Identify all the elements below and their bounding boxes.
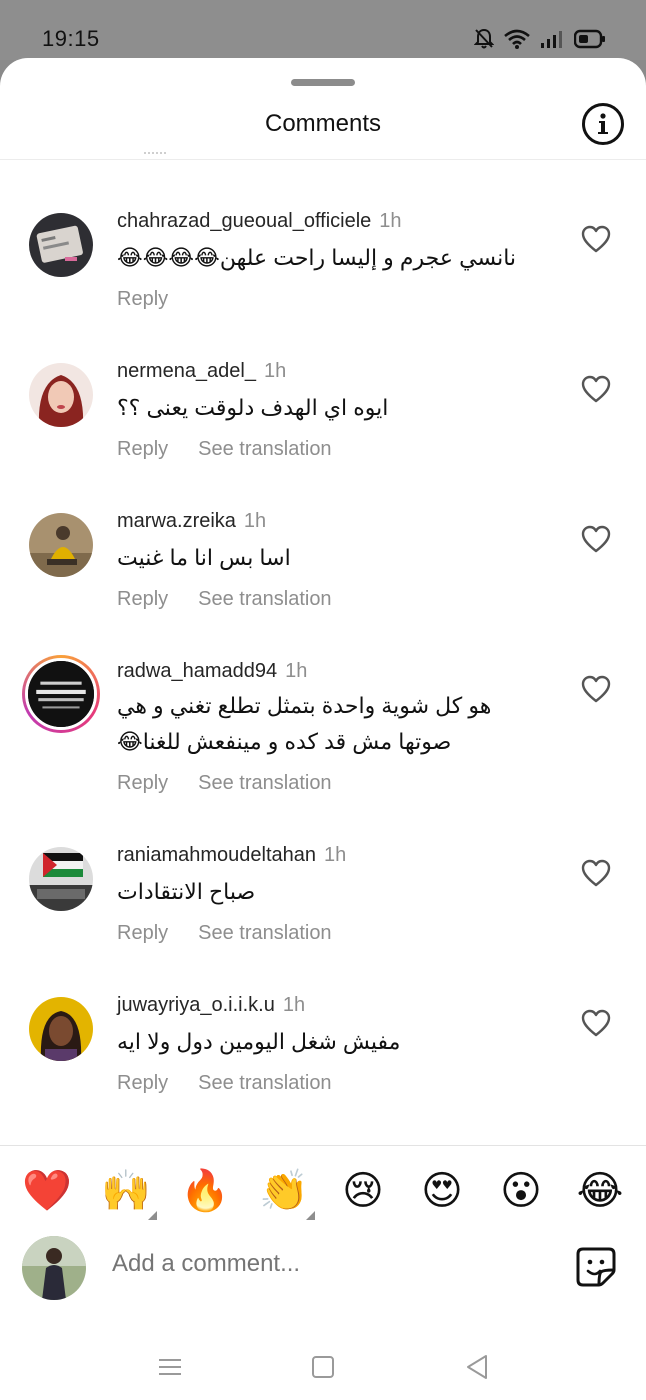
status-bar: 19:15 [0, 0, 646, 60]
see-translation-button[interactable]: See translation [198, 1072, 331, 1095]
sticker-icon[interactable] [575, 1246, 617, 1288]
comment-actions: Reply [117, 288, 168, 311]
status-time: 19:15 [42, 26, 100, 51]
reply-button[interactable]: Reply [117, 588, 168, 611]
quick-reactions-bar: ❤️ 🙌 🔥 👏 😢 😍 😮 😂 [0, 1164, 646, 1224]
see-translation-button[interactable]: See translation [198, 588, 331, 611]
avatar[interactable] [29, 847, 93, 911]
reaction-clap[interactable]: 👏 [257, 1164, 315, 1220]
comment-text: هو كل شوية واحدة بتمثل تطلع تغني و هي صو… [117, 693, 492, 754]
comment-time: 1h [264, 360, 287, 382]
comment-text: اسا بس انا ما غنيت [117, 545, 291, 570]
skin-tone-indicator [148, 1211, 157, 1220]
reaction-heart[interactable]: ❤️ [20, 1164, 74, 1218]
heart-icon[interactable] [581, 225, 611, 253]
heart-icon[interactable] [581, 375, 611, 403]
reply-button[interactable]: Reply [117, 288, 168, 311]
comment-actions: Reply See translation [117, 588, 332, 611]
comment-text: نانسي عجرم و إليسا راحت علهن😂😂😂😂 [117, 245, 517, 270]
home-square-icon[interactable] [308, 1352, 338, 1382]
heart-icon[interactable] [581, 675, 611, 703]
avatar[interactable] [29, 997, 93, 1061]
reply-button[interactable]: Reply [117, 922, 168, 945]
sheet-title: Comments [264, 110, 382, 137]
comment-actions: Reply See translation [117, 772, 332, 795]
reaction-raised-hands[interactable]: 🙌 [99, 1164, 157, 1220]
comment-text: ايوه اي الهدف دلوقت يعنى ؟؟ [117, 395, 389, 420]
comment-header: nermena_adel_ 1h [117, 360, 286, 383]
comment-time: 1h [243, 510, 267, 532]
scroll-hint [144, 152, 166, 156]
comment-header: radwa_hamadd94 1h [117, 660, 307, 683]
comment-header: raniamahmoudeltahan 1h [117, 844, 346, 867]
reaction-laughing[interactable]: 😂 [573, 1164, 627, 1218]
see-translation-button[interactable]: See translation [198, 772, 331, 795]
comment-username[interactable]: chahrazad_gueoual_officiele [117, 210, 371, 232]
see-translation-button[interactable]: See translation [198, 438, 331, 461]
info-button[interactable] [582, 103, 624, 145]
comment-username[interactable]: nermena_adel_ [117, 360, 256, 382]
avatar[interactable] [29, 363, 93, 427]
comment-header: juwayriya_o.i.i.k.u 1h [117, 994, 305, 1017]
system-nav-bar [0, 1338, 646, 1400]
reply-button[interactable]: Reply [117, 438, 168, 461]
signal-icon [541, 31, 562, 48]
avatar[interactable] [29, 213, 93, 277]
comment-username[interactable]: juwayriya_o.i.i.k.u [117, 994, 275, 1016]
comment-text: مفيش شغل اليومين دول ولا ايه [117, 1029, 401, 1054]
avatar[interactable] [29, 513, 93, 577]
drag-handle[interactable] [291, 79, 355, 86]
reaction-crying[interactable]: 😢 [336, 1164, 390, 1218]
reaction-clap-glyph: 👏 [259, 1169, 309, 1213]
battery-icon [574, 29, 605, 49]
reaction-heart-eyes[interactable]: 😍 [415, 1164, 469, 1218]
back-triangle-icon[interactable] [462, 1352, 492, 1382]
reply-button[interactable]: Reply [117, 1072, 168, 1095]
reaction-fire[interactable]: 🔥 [178, 1164, 232, 1218]
comment-input[interactable] [112, 1250, 532, 1278]
comment-header: marwa.zreika 1h [117, 510, 266, 533]
comment-actions: Reply See translation [117, 438, 332, 461]
status-icons [474, 28, 606, 50]
reaction-raised-hands-glyph: 🙌 [101, 1169, 151, 1213]
info-icon [598, 113, 608, 134]
comment-actions: Reply See translation [117, 922, 332, 945]
comment-time: 1h [324, 844, 347, 866]
wifi-icon [504, 29, 530, 49]
comments-sheet: Comments chahrazad_gueoual_officiele 1h [0, 58, 646, 1400]
reply-button[interactable]: Reply [117, 772, 168, 795]
heart-icon[interactable] [581, 525, 611, 553]
skin-tone-indicator [306, 1211, 315, 1220]
heart-icon[interactable] [581, 1009, 611, 1037]
comment-time: 1h [282, 994, 306, 1016]
comment-username[interactable]: marwa.zreika [117, 510, 236, 532]
reaction-surprised[interactable]: 😮 [494, 1164, 548, 1218]
comment-text: صباح الانتقادات [117, 879, 256, 904]
see-translation-button[interactable]: See translation [198, 922, 331, 945]
comment-actions: Reply See translation [117, 1072, 332, 1095]
heart-icon[interactable] [581, 859, 611, 887]
composer-avatar [22, 1236, 86, 1300]
comment-time: 1h [379, 210, 402, 232]
comment-time: 1h [285, 660, 308, 682]
composer-divider [0, 1145, 646, 1146]
mute-bell-icon [474, 28, 494, 49]
menu-icon[interactable] [155, 1352, 185, 1382]
avatar-story-ring[interactable] [22, 655, 100, 733]
comment-username[interactable]: raniamahmoudeltahan [117, 844, 316, 866]
header-divider [0, 159, 646, 160]
comment-header: chahrazad_gueoual_officiele 1h [117, 210, 402, 233]
comment-username[interactable]: radwa_hamadd94 [117, 660, 277, 682]
